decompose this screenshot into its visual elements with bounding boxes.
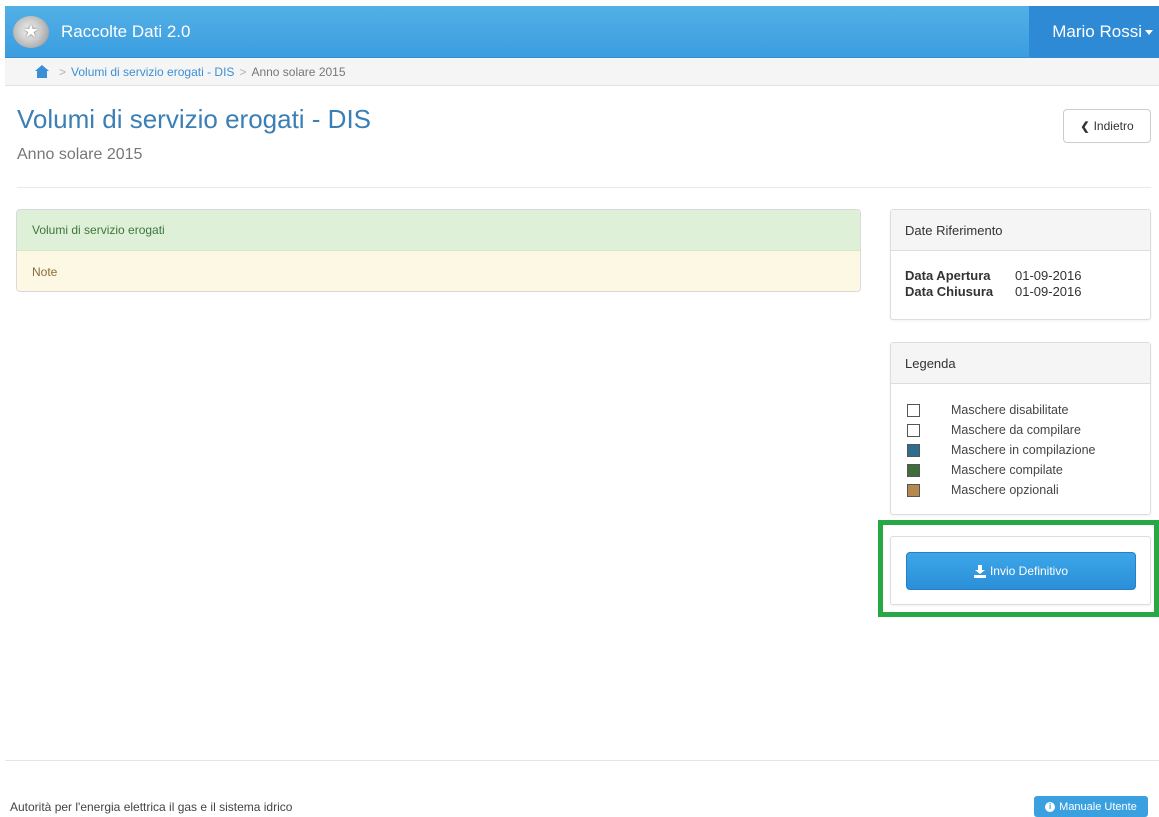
chevron-left-icon: ❮ bbox=[1080, 120, 1090, 133]
emblem-icon bbox=[13, 16, 49, 48]
home-icon[interactable] bbox=[35, 65, 49, 78]
final-submit-button[interactable]: Invio Definitivo bbox=[906, 552, 1136, 590]
app-title: Raccolte Dati 2.0 bbox=[61, 22, 191, 41]
submit-panel: Invio Definitivo bbox=[890, 536, 1151, 605]
brand[interactable]: Raccolte Dati 2.0 bbox=[13, 16, 190, 48]
legend-item: Maschere opzionali bbox=[907, 480, 1150, 500]
mask-row-volumi[interactable]: Volumi di servizio erogati bbox=[17, 210, 860, 251]
legend-label: Maschere compilate bbox=[951, 463, 1063, 477]
legend-label: Maschere opzionali bbox=[951, 483, 1059, 497]
legend-swatch bbox=[907, 403, 920, 417]
footer-divider bbox=[5, 760, 1159, 761]
user-menu[interactable]: Mario Rossi bbox=[1029, 6, 1159, 57]
legend-item: Maschere compilate bbox=[907, 460, 1150, 480]
legend-label: Maschere in compilazione bbox=[951, 443, 1096, 457]
breadcrumb: > Volumi di servizio erogati - DIS > Ann… bbox=[5, 58, 1159, 86]
legend-swatch bbox=[907, 463, 920, 477]
date-value: 01-09-2016 bbox=[1015, 284, 1082, 299]
panel-heading: Legenda bbox=[891, 343, 1150, 384]
legend-item: Maschere disabilitate bbox=[907, 400, 1150, 420]
back-button[interactable]: ❮ Indietro bbox=[1063, 109, 1151, 143]
legend-panel: Legenda Maschere disabilitate Maschere d… bbox=[890, 342, 1151, 515]
footer-text: Autorità per l'energia elettrica il gas … bbox=[10, 800, 293, 814]
legend-swatch bbox=[907, 483, 920, 497]
date-label: Data Chiusura bbox=[905, 284, 994, 299]
date-value: 01-09-2016 bbox=[1015, 268, 1082, 283]
user-manual-button[interactable]: i Manuale Utente bbox=[1034, 796, 1148, 817]
breadcrumb-link-volumi[interactable]: Volumi di servizio erogati - DIS bbox=[71, 65, 234, 79]
reference-dates-panel: Date Riferimento Data Apertura 01-09-201… bbox=[890, 209, 1151, 320]
legend-label: Maschere da compilare bbox=[951, 423, 1081, 437]
mask-row-note[interactable]: Note bbox=[17, 251, 860, 291]
mask-row-label: Volumi di servizio erogati bbox=[32, 223, 165, 237]
caret-down-icon bbox=[1145, 30, 1153, 35]
page-title: Volumi di servizio erogati - DIS bbox=[17, 104, 372, 134]
legend-swatch bbox=[907, 423, 920, 437]
download-icon bbox=[973, 564, 986, 578]
final-submit-label: Invio Definitivo bbox=[989, 564, 1069, 578]
date-label: Data Apertura bbox=[905, 268, 991, 283]
info-circle-icon: i bbox=[1045, 801, 1056, 812]
breadcrumb-separator: > bbox=[59, 64, 67, 79]
mask-list-panel: Volumi di servizio erogati Note bbox=[16, 209, 861, 292]
date-row-opening: Data Apertura 01-09-2016 bbox=[905, 268, 1136, 284]
divider bbox=[17, 187, 1151, 188]
top-navbar: Raccolte Dati 2.0 Mario Rossi bbox=[5, 6, 1159, 58]
legend-item: Maschere in compilazione bbox=[907, 440, 1150, 460]
legend-label: Maschere disabilitate bbox=[951, 403, 1069, 417]
user-manual-label: Manuale Utente bbox=[1059, 800, 1137, 813]
mask-row-label: Note bbox=[32, 265, 58, 279]
panel-heading: Date Riferimento bbox=[891, 210, 1150, 251]
legend-item: Maschere da compilare bbox=[907, 420, 1150, 440]
user-name: Mario Rossi bbox=[1052, 21, 1142, 41]
breadcrumb-current: Anno solare 2015 bbox=[251, 64, 346, 79]
back-button-label: Indietro bbox=[1093, 119, 1134, 133]
page-subtitle: Anno solare 2015 bbox=[17, 146, 143, 163]
legend-swatch bbox=[907, 443, 920, 457]
date-row-closing: Data Chiusura 01-09-2016 bbox=[905, 284, 1136, 300]
breadcrumb-separator: > bbox=[239, 64, 247, 79]
